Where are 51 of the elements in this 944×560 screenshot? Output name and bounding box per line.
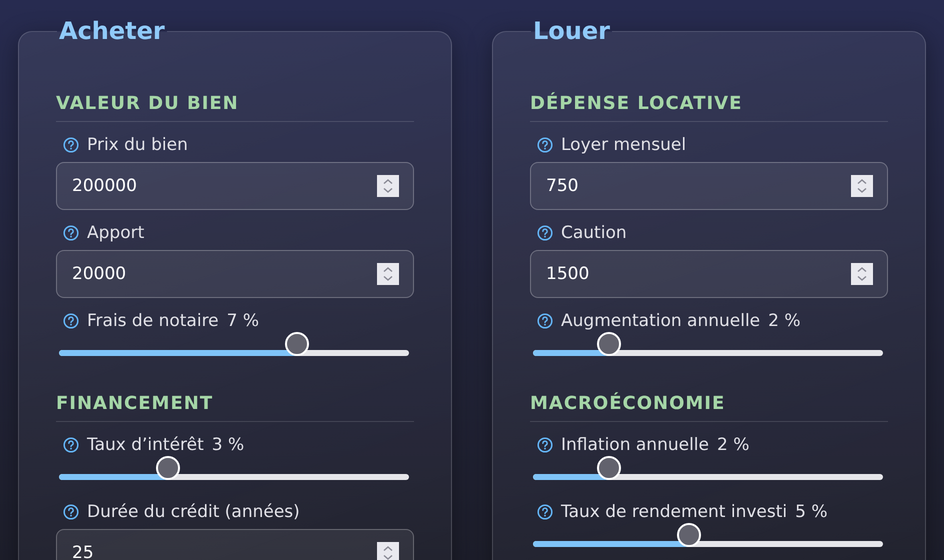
help-icon[interactable] [537, 225, 553, 241]
spinner-icon[interactable] [377, 542, 399, 560]
field-label: Inflation annuelle [561, 435, 709, 455]
help-icon[interactable] [537, 313, 553, 329]
field-label: Apport [87, 223, 144, 243]
field-label: Taux de rendement investi [561, 502, 788, 522]
help-icon[interactable] [537, 504, 553, 520]
help-icon[interactable] [63, 504, 79, 520]
field-label: Durée du crédit (années) [87, 502, 300, 522]
section-heading: VALEUR DU BIEN [56, 93, 414, 122]
field-label: Augmentation annuelle [561, 311, 760, 331]
field-label: Taux d’intérêt [87, 435, 204, 455]
slider-thumb[interactable] [285, 332, 309, 356]
slider-thumb[interactable] [596, 456, 621, 480]
field-label: Frais de notaire [87, 311, 219, 331]
slider-value: 3 % [212, 435, 244, 455]
slider-track[interactable] [59, 474, 409, 480]
help-icon[interactable] [63, 137, 79, 153]
number-input[interactable]: 200000 [56, 162, 414, 210]
panel-title: Louer [532, 16, 611, 46]
section-heading: DÉPENSE LOCATIVE [530, 93, 888, 122]
help-icon[interactable] [63, 225, 79, 241]
field-label: Loyer mensuel [561, 135, 686, 155]
spinner-icon[interactable] [377, 263, 399, 285]
field-label: Prix du bien [87, 135, 188, 155]
slider-thumb[interactable] [596, 332, 621, 356]
slider-thumb[interactable] [156, 456, 180, 480]
slider-track[interactable] [59, 350, 409, 356]
number-input[interactable]: 20000 [56, 250, 414, 298]
section-heading: FINANCEMENT [56, 393, 414, 422]
help-icon[interactable] [537, 137, 553, 153]
section-heading: MACROÉCONOMIE [530, 393, 888, 422]
number-input[interactable]: 25 [56, 529, 414, 560]
slider-track[interactable] [533, 350, 883, 356]
help-icon[interactable] [63, 313, 79, 329]
slider-track[interactable] [533, 474, 883, 480]
slider-value: 2 % [768, 311, 801, 331]
help-icon[interactable] [537, 437, 553, 453]
slider-track[interactable] [533, 541, 883, 547]
slider-value: 7 % [226, 311, 260, 331]
spinner-icon[interactable] [851, 263, 873, 285]
number-input[interactable]: 1500 [530, 250, 888, 298]
help-icon[interactable] [63, 437, 79, 453]
field-label: Caution [561, 223, 627, 243]
panel-title: Acheter [58, 16, 166, 46]
spinner-icon[interactable] [377, 175, 399, 197]
slider-value: 5 % [795, 502, 828, 522]
slider-value: 2 % [717, 435, 750, 455]
spinner-icon[interactable] [851, 175, 873, 197]
slider-thumb[interactable] [677, 523, 702, 547]
number-input[interactable]: 750 [530, 162, 888, 210]
